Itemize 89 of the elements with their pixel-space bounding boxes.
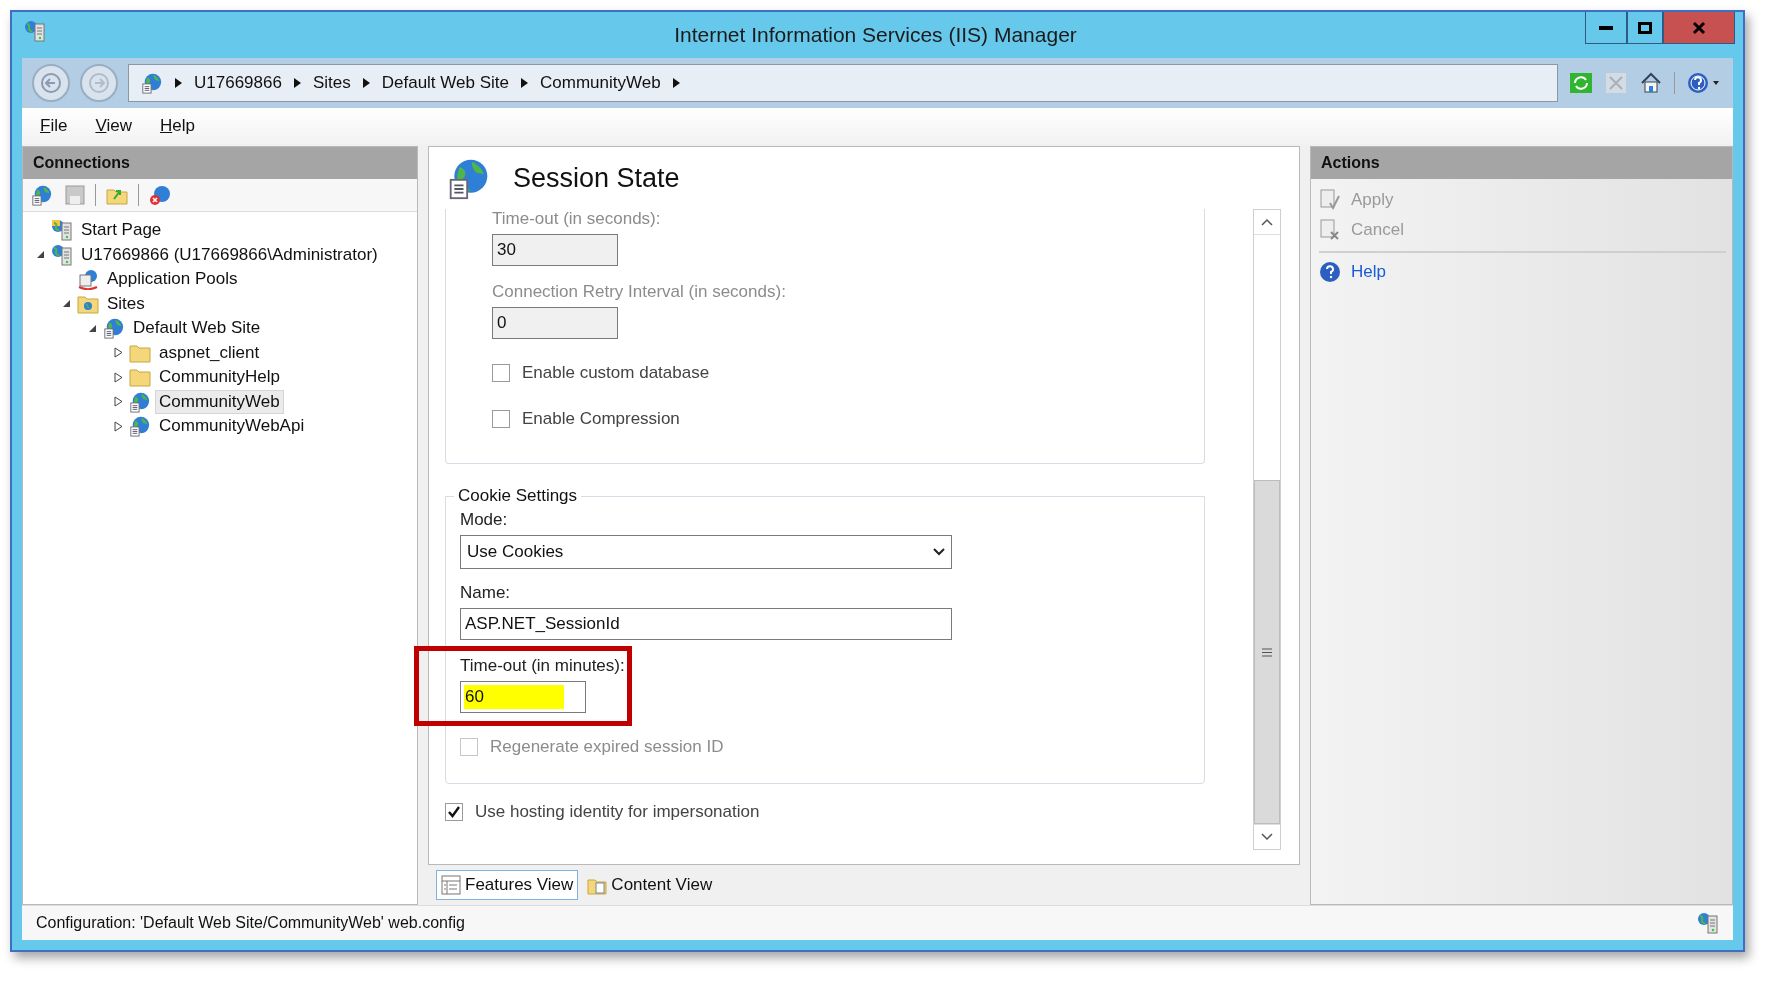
tree-item[interactable]: Application Pools [103, 267, 242, 292]
view-tab[interactable]: Content View [582, 870, 718, 900]
menu-item[interactable]: Help [159, 116, 195, 136]
breadcrumb[interactable]: U17669866 [194, 73, 282, 93]
pane-header: Connections [23, 147, 417, 179]
checkbox-label: Regenerate expired session ID [490, 737, 724, 757]
chevron-up-icon [1261, 218, 1273, 226]
document-cross-icon [1319, 219, 1341, 241]
connect-globe-icon [31, 184, 53, 206]
collapse-icon[interactable] [87, 323, 97, 333]
grip-icon [1262, 647, 1272, 657]
checkbox[interactable] [445, 803, 463, 821]
view-tab[interactable]: Features View [436, 870, 579, 900]
checkmark-icon [447, 805, 461, 819]
field-label: Name: [460, 583, 512, 603]
checkbox[interactable] [492, 410, 510, 428]
expand-icon[interactable] [113, 420, 123, 432]
breadcrumb[interactable]: Sites [312, 73, 351, 93]
close-button[interactable] [1663, 12, 1735, 44]
close-icon [1692, 20, 1706, 35]
tree-item[interactable]: CommunityWeb [155, 389, 284, 414]
breadcrumb[interactable]: Default Web Site [381, 73, 509, 93]
server-icon [51, 243, 73, 266]
window-title: Internet Information Services (IIS) Manager [673, 23, 1078, 47]
breadcrumb-arrow-icon [521, 78, 528, 88]
expand-icon[interactable] [113, 347, 123, 359]
breadcrumb-arrow-icon [293, 78, 301, 88]
menu-item[interactable]: View [95, 116, 132, 136]
globe-delete-icon [149, 184, 171, 206]
refresh-button[interactable] [1568, 73, 1594, 93]
minimize-icon [1599, 25, 1613, 30]
tree-item[interactable]: U17669866 (U17669866\Administrator) [77, 242, 382, 267]
text-field[interactable]: 60 [460, 681, 586, 713]
field-label: Connection Retry Interval (in seconds): [492, 282, 786, 302]
breadcrumb-arrow-icon [175, 78, 182, 88]
tree-item[interactable]: CommunityHelp [155, 365, 284, 390]
start-page-icon [51, 219, 73, 242]
expand-icon[interactable] [113, 396, 123, 408]
connection-status-icon [1697, 912, 1719, 934]
web-app-icon [129, 390, 151, 413]
checkbox[interactable] [492, 364, 510, 382]
address-bar[interactable]: U17669866 Sites Default Web Site CommunityWeb [128, 64, 1558, 102]
checkbox-label: Enable custom database [522, 363, 710, 383]
chevron-down-icon [1261, 833, 1273, 841]
tree-item[interactable]: Start Page [77, 218, 166, 243]
web-app-icon [129, 415, 151, 438]
home-icon [1640, 72, 1662, 94]
tree-item[interactable]: CommunityWebApi [155, 414, 309, 439]
chevron-down-icon [933, 548, 945, 556]
help-icon [1687, 72, 1721, 94]
field-label: Time-out (in seconds): [492, 209, 661, 229]
grid-icon [441, 875, 461, 895]
action-link[interactable]: Help [1319, 251, 1726, 287]
minimize-button[interactable] [1585, 12, 1627, 44]
tree-item[interactable]: Default Web Site [129, 316, 265, 341]
globe-icon [103, 317, 125, 340]
field-label: Time-out (in minutes): [460, 656, 625, 676]
breadcrumb[interactable]: CommunityWeb [540, 73, 661, 93]
app-icon [24, 20, 46, 42]
tree-item[interactable]: Sites [103, 291, 149, 316]
checkbox-label: Enable Compression [522, 409, 680, 429]
pane-header: Actions [1311, 147, 1732, 179]
group-legend: Cookie Settings [454, 486, 582, 506]
document-check-icon [1319, 189, 1341, 211]
status-text: Configuration: 'Default Web Site/CommunityWeb' web.config [36, 914, 465, 932]
expand-icon[interactable] [113, 371, 123, 383]
dropdown[interactable]: Use Cookies [460, 535, 952, 569]
folder-icon [129, 367, 151, 388]
folder-globe-icon [77, 293, 99, 314]
text-field[interactable]: ASP.NET_SessionId [460, 608, 952, 640]
breadcrumb-arrow-icon [672, 78, 680, 88]
save-icon [65, 185, 85, 205]
stop-icon [1606, 73, 1626, 93]
collapse-icon[interactable] [61, 299, 71, 309]
checkbox-label: Use hosting identity for impersonation [475, 802, 760, 822]
field-label: Mode: [460, 510, 509, 530]
help-icon [1319, 261, 1341, 283]
site-icon [141, 72, 163, 94]
maximize-icon [1638, 21, 1652, 34]
menu-item[interactable]: File [40, 116, 68, 136]
refresh-icon [1570, 73, 1592, 93]
disconnect-button[interactable] [147, 184, 173, 206]
scrollbar[interactable] [1253, 209, 1281, 850]
breadcrumb-arrow-icon [362, 78, 370, 88]
tree-item[interactable]: aspnet_client [155, 340, 264, 365]
folder-icon [129, 342, 151, 363]
collapse-icon[interactable] [35, 250, 45, 260]
app-pool-icon [77, 268, 99, 291]
feature-title: Session State [513, 162, 680, 194]
